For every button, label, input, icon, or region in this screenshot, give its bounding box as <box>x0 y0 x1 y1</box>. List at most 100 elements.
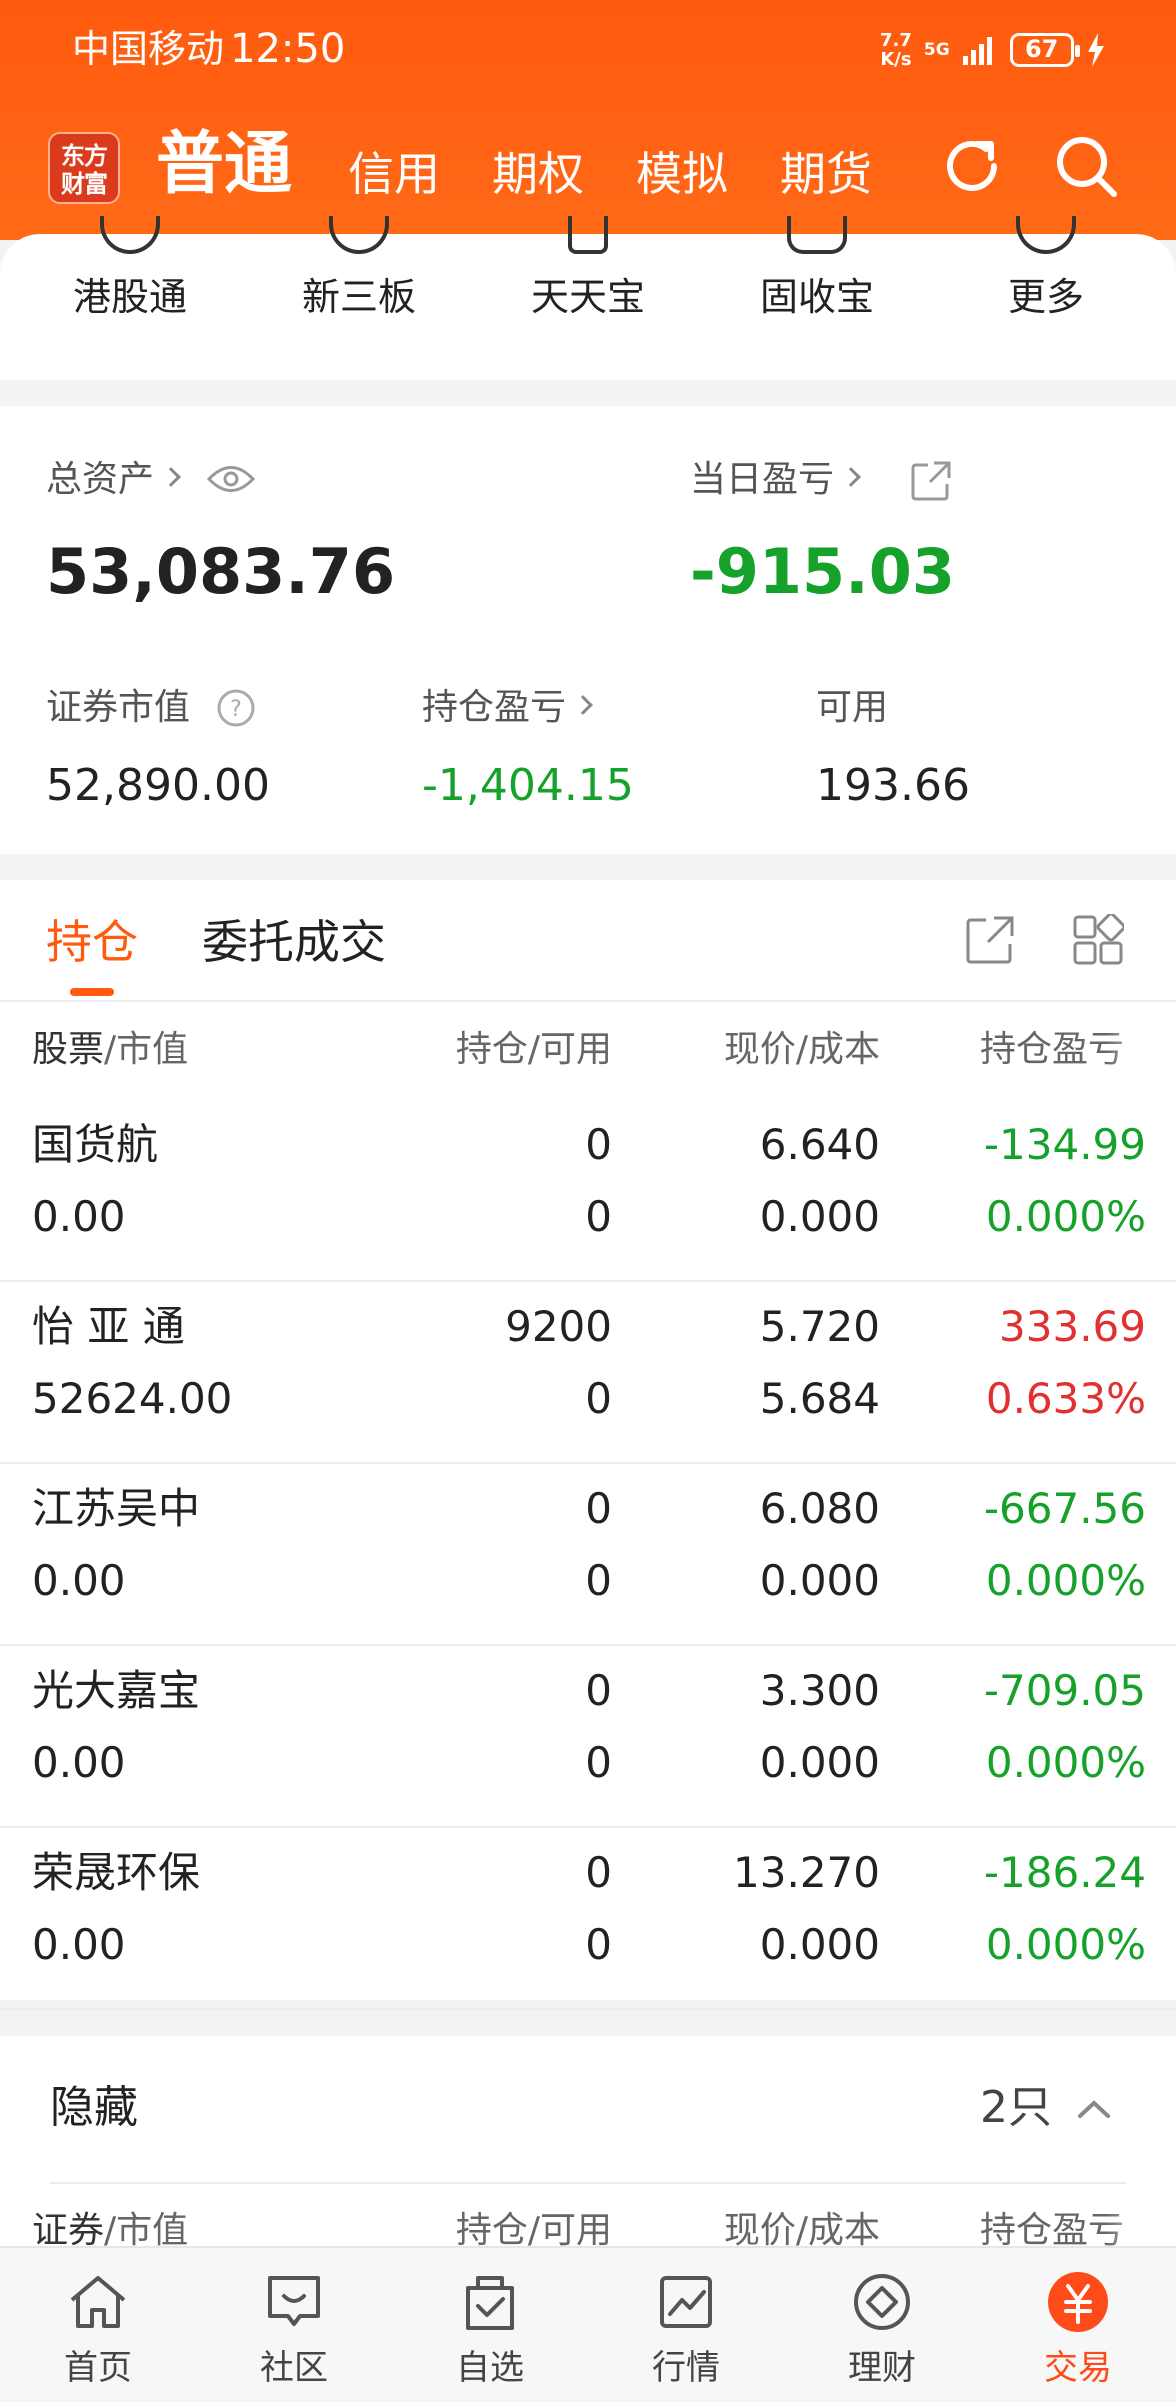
stock-available: 0 <box>585 1374 612 1423</box>
quick-link-label: 固收宝 <box>759 275 874 319</box>
quick-link-neeq[interactable]: 新三板 <box>244 216 474 380</box>
hidden-col-mv-label: /市值 <box>104 2210 189 2251</box>
col-header-qty[interactable]: 持仓/可用 <box>396 1020 612 1080</box>
search-icon[interactable] <box>1050 130 1122 202</box>
tab-orders[interactable]: 委托成交 <box>202 910 386 974</box>
app-logo: 东方 财富 <box>48 132 120 204</box>
quick-link-label: 更多 <box>1007 275 1084 319</box>
stock-pnl: -186.24 <box>983 1848 1146 1897</box>
nav-label: 行情 <box>652 2348 720 2388</box>
nav-label: 交易 <box>1044 2348 1112 2388</box>
position-pnl-link[interactable]: 持仓盈亏 <box>422 682 593 734</box>
nav-label: 首页 <box>64 2348 132 2388</box>
daily-pnl-value: -915.03 <box>690 535 955 608</box>
stock-pnl-pct: 0.000% <box>985 1192 1146 1241</box>
quick-link-fixed-income[interactable]: 固收宝 <box>702 216 932 380</box>
stock-available: 0 <box>585 1920 612 1969</box>
tab-credit[interactable]: 信用 <box>348 142 440 206</box>
tab-simulation[interactable]: 模拟 <box>636 142 728 206</box>
hidden-count-toggle[interactable]: 2只 <box>980 2076 1052 2140</box>
quick-link-more[interactable]: 更多 <box>931 216 1161 380</box>
stock-qty: 0 <box>585 1484 612 1533</box>
nav-community[interactable]: 社区 <box>196 2248 392 2402</box>
asset-summary: 总资产 53,083.76 当日盈亏 -915.03 证券市值 ? 52,890… <box>0 406 1176 854</box>
share-external-icon[interactable] <box>910 460 952 502</box>
battery-icon: 67 <box>1009 33 1080 67</box>
holding-row[interactable]: 怡 亚 通 52624.00 9200 0 5.720 5.684 333.69 0.633% <box>0 1282 1176 1464</box>
stock-qty: 0 <box>585 1666 612 1715</box>
quick-link-label: 新三板 <box>301 275 416 319</box>
stock-pnl: 333.69 <box>999 1302 1146 1351</box>
col-header-price[interactable]: 现价/成本 <box>660 1020 880 1080</box>
stock-name: 光大嘉宝 <box>32 1666 201 1715</box>
stock-pnl: -134.99 <box>983 1120 1146 1169</box>
grid-view-icon[interactable] <box>1072 914 1124 966</box>
quick-link-hk-connect[interactable]: 港股通 <box>15 216 245 380</box>
stock-price: 13.270 <box>733 1848 880 1897</box>
daily-pnl-label: 当日盈亏 <box>690 459 835 500</box>
available-value: 193.66 <box>816 760 970 811</box>
watchlist-icon <box>466 2276 514 2330</box>
holdings-panel: 持仓 委托成交 股票/市值 持仓/可用 现价/成本 持仓盈亏 国货航 0.00 0 0… <box>0 880 1176 2010</box>
refresh-icon[interactable] <box>936 130 1008 202</box>
daily-pnl-link[interactable]: 当日盈亏 <box>690 454 861 506</box>
tabs-divider <box>0 1000 1176 1002</box>
chevron-right-icon <box>841 467 861 487</box>
quick-link-label: 天天宝 <box>530 275 645 319</box>
holding-row[interactable]: 江苏吴中 0.00 0 0 6.080 0.000 -667.56 0.000% <box>0 1464 1176 1646</box>
total-assets-link[interactable]: 总资产 <box>46 454 181 506</box>
charging-icon <box>1087 33 1104 67</box>
chart-icon <box>660 2276 712 2328</box>
stock-price: 3.300 <box>759 1666 880 1715</box>
net-speed-value: 7.7 <box>880 30 912 51</box>
stock-cost: 0.000 <box>759 1192 880 1241</box>
position-pnl-label: 持仓盈亏 <box>422 687 567 728</box>
col-header-mv-label: /市值 <box>104 1029 189 1070</box>
hidden-section: 隐藏 2只 证券/市值 持仓/可用 现价/成本 持仓盈亏 <box>0 2036 1176 2251</box>
hidden-divider <box>50 2182 1126 2184</box>
tab-holdings[interactable]: 持仓 <box>46 910 138 974</box>
holding-row[interactable]: 荣晟环保 0.00 0 0 13.270 0.000 -186.24 0.000% <box>0 1828 1176 2010</box>
status-indicators: 7.7 K/s 5G 67 <box>880 26 1106 74</box>
stock-cost: 0.000 <box>759 1738 880 1787</box>
app-header: 中国移动 12:50 7.7 K/s 5G 67 东方 财富 普通 信用 期权 … <box>0 0 1176 240</box>
stock-pnl-pct: 0.000% <box>985 1738 1146 1787</box>
help-icon[interactable]: ? <box>216 688 256 728</box>
nav-home[interactable]: 首页 <box>0 2248 196 2402</box>
status-time: 12:50 <box>230 26 346 72</box>
export-icon[interactable] <box>964 914 1016 966</box>
stock-qty: 0 <box>585 1848 612 1897</box>
stock-cost: 0.000 <box>759 1556 880 1605</box>
quick-link-label: 港股通 <box>72 275 187 319</box>
col-header-stock[interactable]: 股票/市值 <box>32 1020 188 1080</box>
tab-normal[interactable]: 普通 <box>156 120 292 210</box>
eye-icon[interactable] <box>206 462 256 496</box>
nav-watchlist[interactable]: 自选 <box>392 2248 588 2402</box>
chevron-up-icon[interactable] <box>1076 2098 1112 2120</box>
nav-market[interactable]: 行情 <box>588 2248 784 2402</box>
stock-pnl-pct: 0.000% <box>985 1556 1146 1605</box>
chevron-right-icon <box>161 467 181 487</box>
net-speed-unit: K/s <box>880 49 912 70</box>
more-icon <box>1016 216 1076 254</box>
position-pnl-value: -1,404.15 <box>422 760 634 811</box>
chat-icon <box>268 2276 320 2326</box>
neeq-icon <box>329 216 389 254</box>
col-header-pnl[interactable]: 持仓盈亏 <box>980 1020 1160 1080</box>
holding-row[interactable]: 国货航 0.00 0 0 6.640 0.000 -134.99 0.000% <box>0 1100 1176 1282</box>
row-divider <box>0 2008 1176 2010</box>
stock-name: 国货航 <box>32 1120 159 1169</box>
holding-row[interactable]: 光大嘉宝 0.00 0 0 3.300 0.000 -709.05 0.000% <box>0 1646 1176 1828</box>
quick-link-tiantianbao[interactable]: 天天宝 <box>473 216 703 380</box>
nav-trade[interactable]: 交易 <box>980 2248 1176 2402</box>
market-value: 52,890.00 <box>46 760 270 811</box>
bottom-nav: 首页 社区 自选 行情 理财 交易 <box>0 2246 1176 2400</box>
stock-cost: 5.684 <box>759 1374 880 1423</box>
quick-links-bar: 港股通 新三板 天天宝 固收宝 更多 <box>0 216 1176 380</box>
tab-options[interactable]: 期权 <box>492 142 584 206</box>
tab-futures[interactable]: 期货 <box>780 142 872 206</box>
stock-market-value: 0.00 <box>32 1738 126 1787</box>
total-assets-value: 53,083.76 <box>46 535 396 608</box>
nav-finance[interactable]: 理财 <box>784 2248 980 2402</box>
stock-name: 怡 亚 通 <box>32 1302 185 1351</box>
